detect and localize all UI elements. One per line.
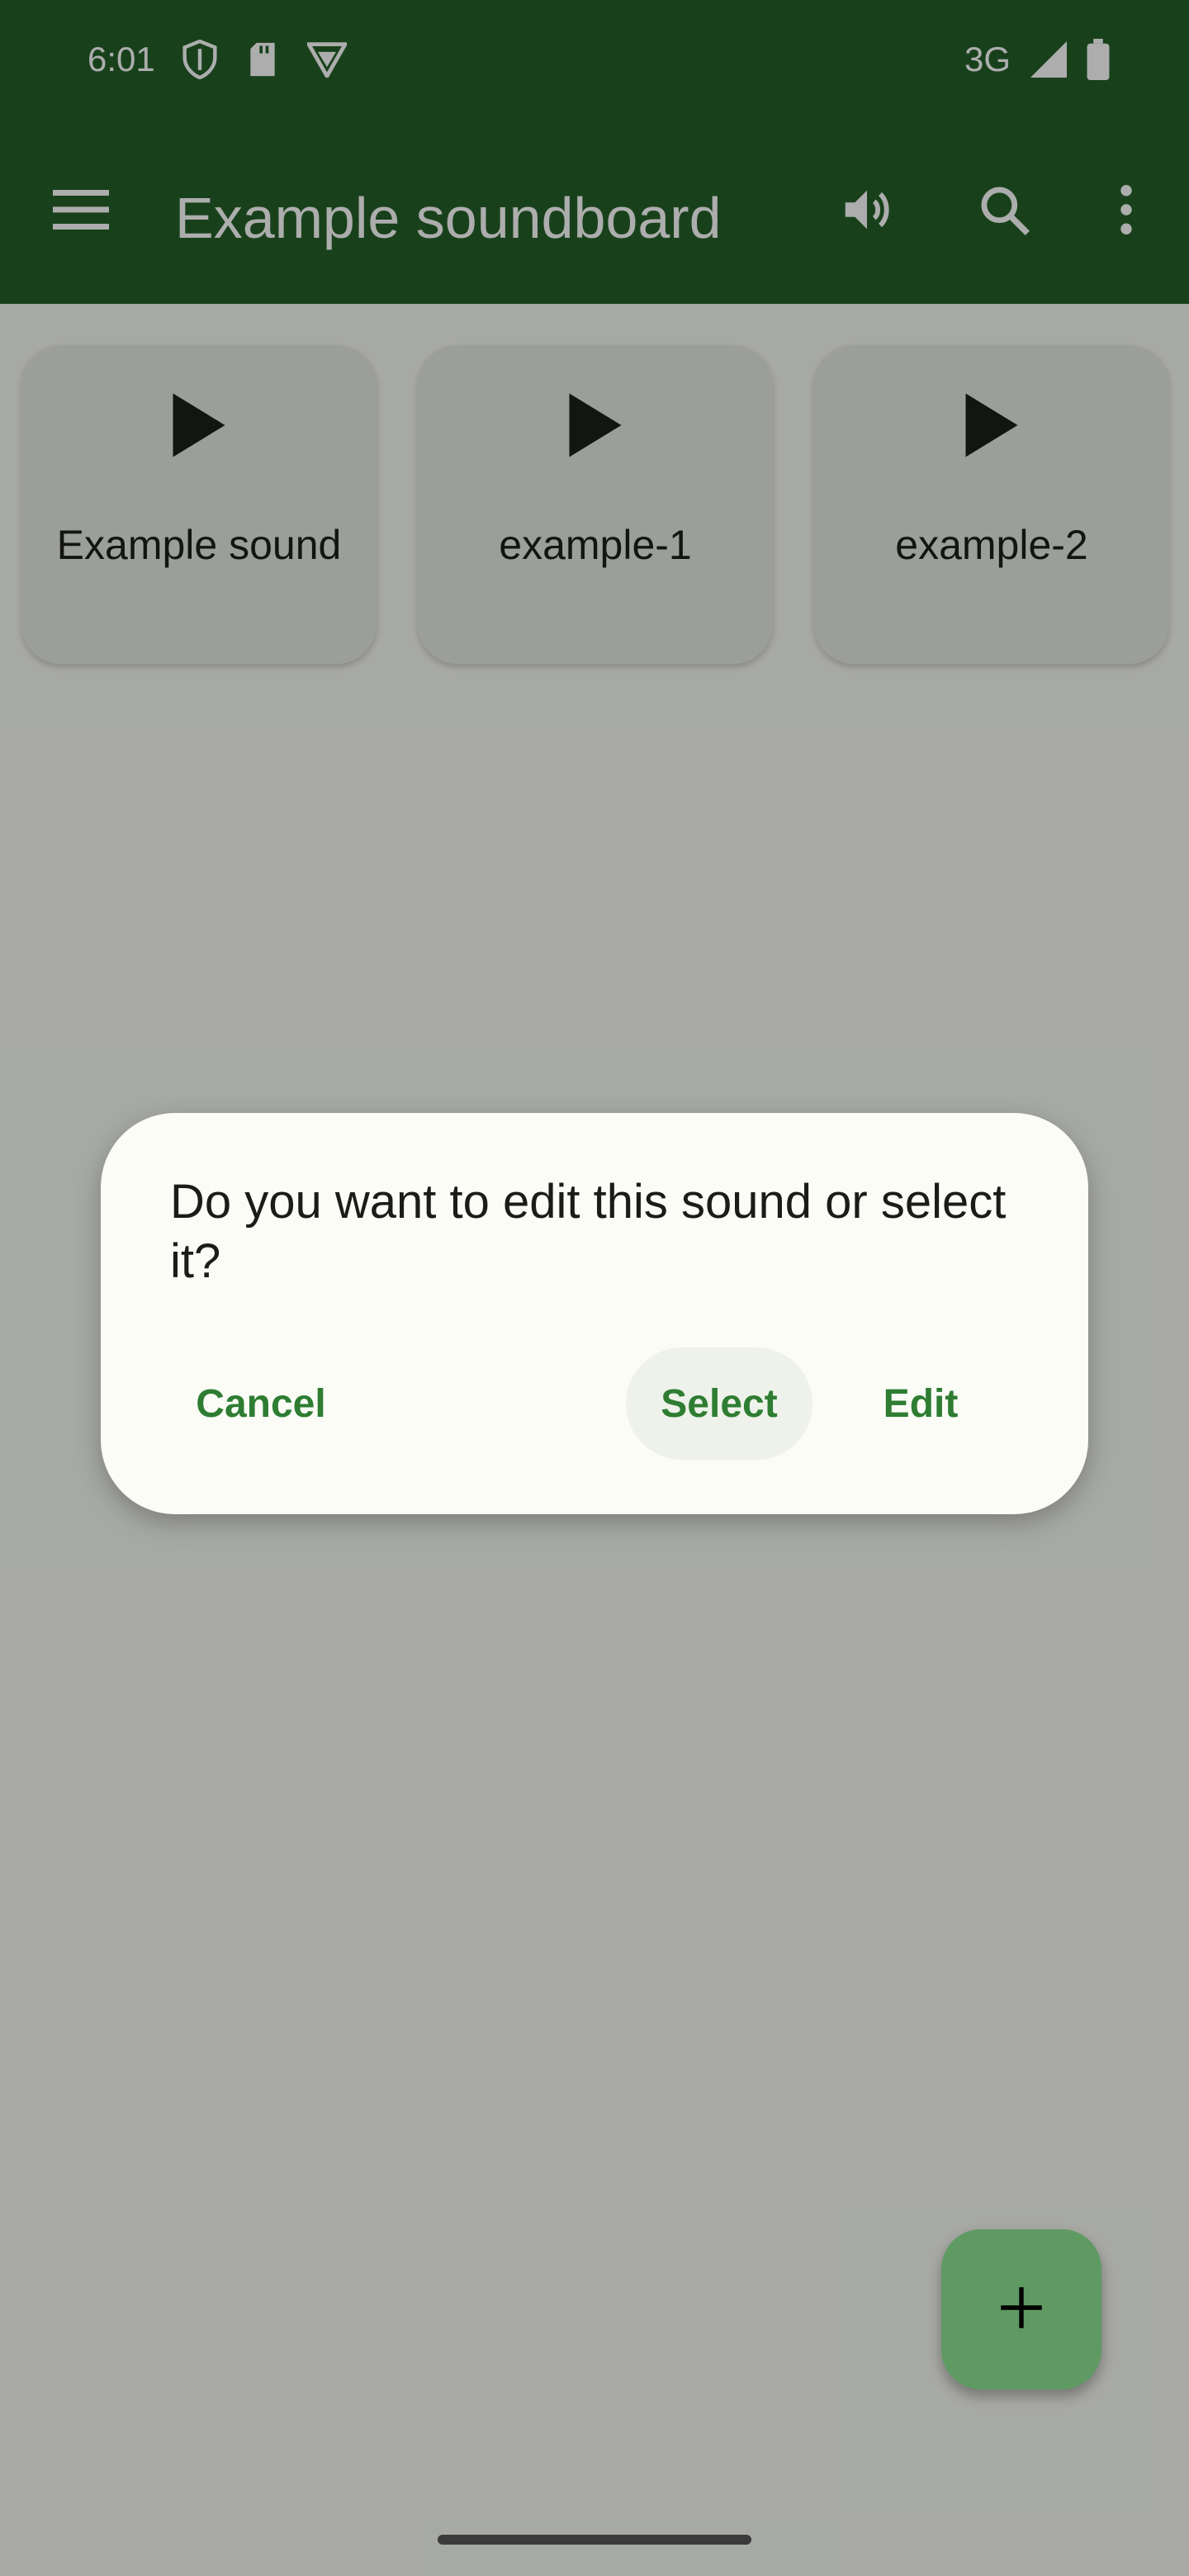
edit-button[interactable]: Edit	[842, 1347, 999, 1460]
dialog-message: Do you want to edit this sound or select…	[170, 1175, 1007, 1288]
edit-or-select-dialog: Do you want to edit this sound or select…	[101, 1113, 1088, 1514]
home-indicator[interactable]	[438, 2535, 751, 2545]
cancel-button[interactable]: Cancel	[170, 1347, 352, 1460]
select-button[interactable]: Select	[626, 1347, 812, 1460]
